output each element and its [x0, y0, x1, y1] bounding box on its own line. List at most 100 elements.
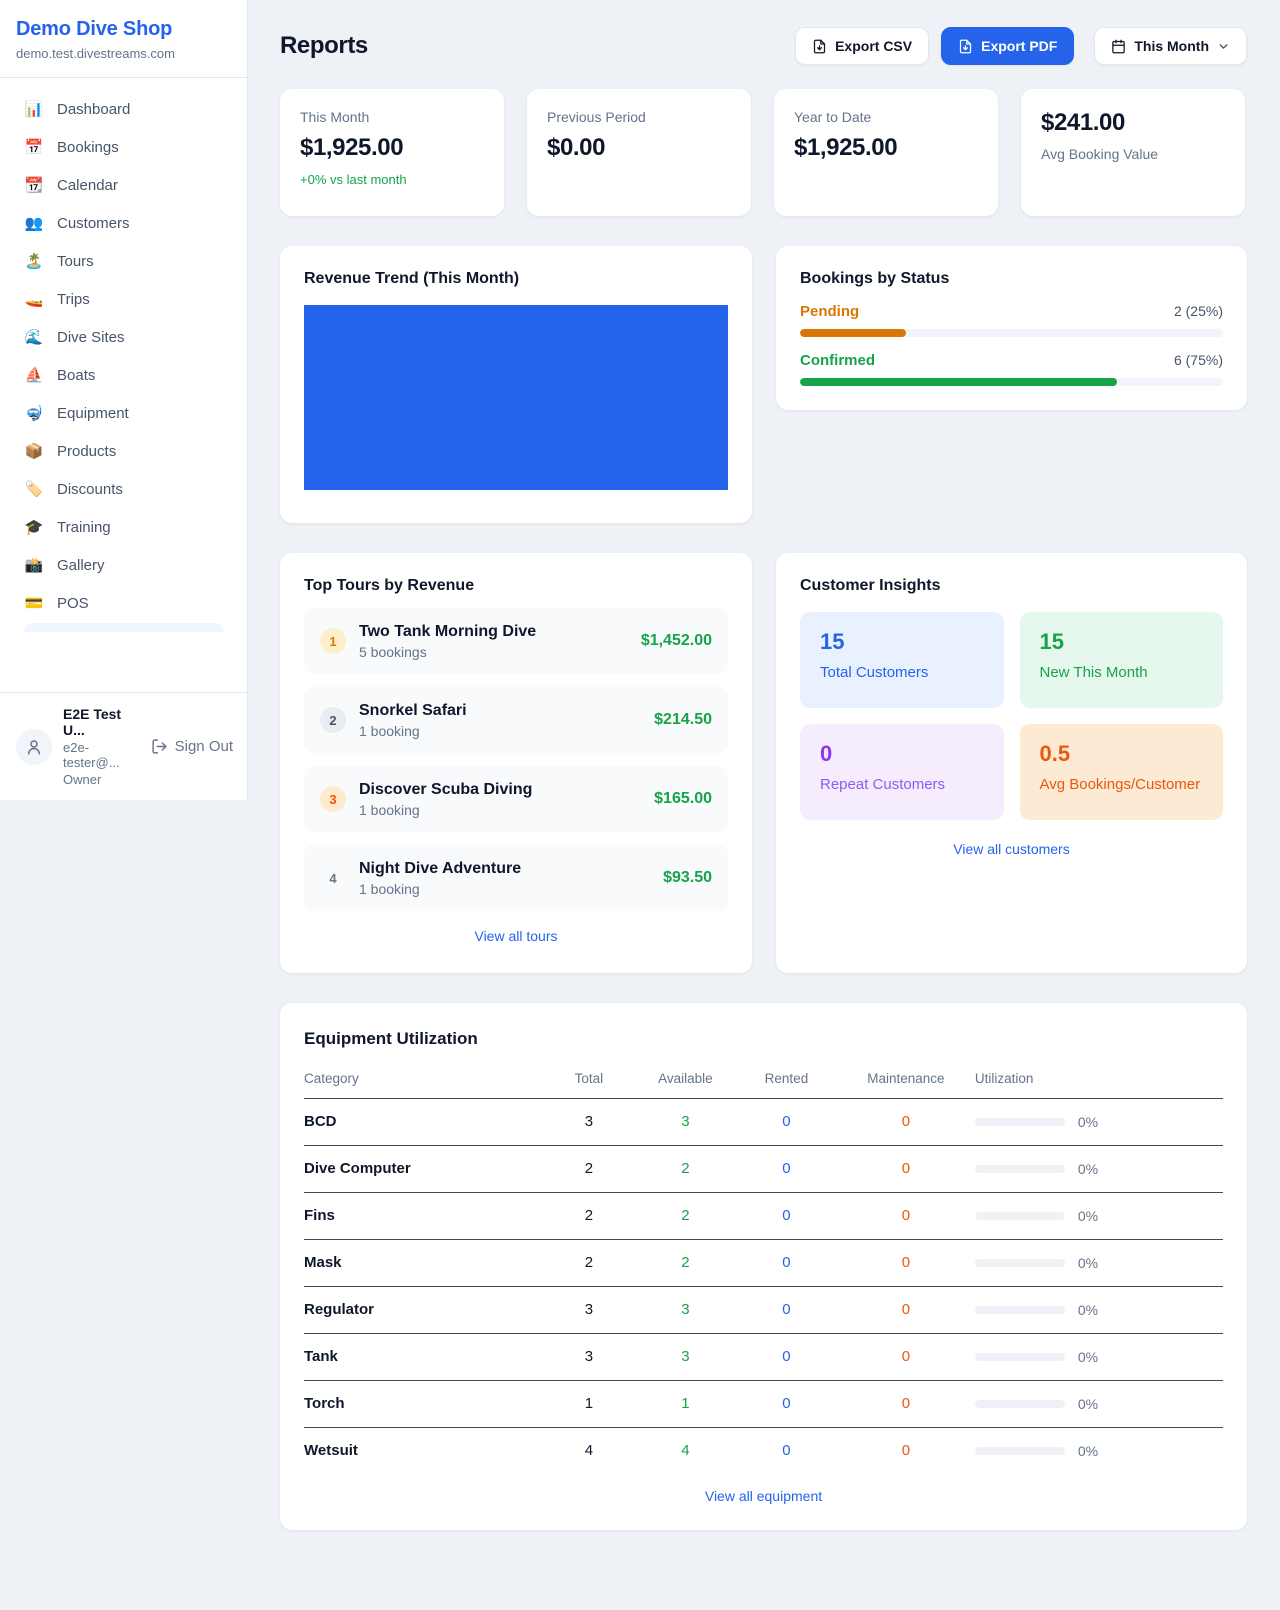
table-row: Dive Computer 2 2 0 0 0%	[304, 1146, 1223, 1193]
status-value: 6 (75%)	[1174, 352, 1223, 368]
utilization-bar	[975, 1165, 1065, 1173]
header-actions: Export CSV Export PDF This Month	[795, 27, 1247, 65]
rank-badge: 3	[320, 786, 346, 812]
cell-available: 2	[635, 1240, 736, 1287]
cell-category: Fins	[304, 1193, 543, 1240]
export-csv-button[interactable]: Export CSV	[795, 27, 929, 65]
cell-maintenance: 0	[837, 1193, 975, 1240]
sidebar-item-discounts[interactable]: 🏷️ Discounts	[12, 471, 235, 507]
stat-cards-row: This Month $1,925.00 +0% vs last month P…	[280, 89, 1247, 216]
cell-available: 3	[635, 1099, 736, 1146]
user-role: Owner	[63, 772, 140, 787]
progress-track	[800, 378, 1223, 386]
sidebar-item-pos[interactable]: 💳 POS	[12, 585, 235, 621]
cell-category: Dive Computer	[304, 1146, 543, 1193]
sidebar-item-reports-partial[interactable]	[24, 623, 223, 632]
sidebar-item-calendar[interactable]: 📆 Calendar	[12, 167, 235, 203]
insight-tile-repeat-customers: 0 Repeat Customers	[800, 724, 1004, 820]
tile-label: New This Month	[1040, 664, 1204, 681]
sailboat-icon: ⛵	[24, 366, 44, 384]
sidebar-item-label: Tours	[57, 253, 94, 270]
sidebar-item-dashboard[interactable]: 📊 Dashboard	[12, 91, 235, 127]
sidebar-item-label: Products	[57, 443, 116, 460]
cell-category: Torch	[304, 1381, 543, 1428]
utilization-bar	[975, 1306, 1065, 1314]
sidebar-item-trips[interactable]: 🚤 Trips	[12, 281, 235, 317]
tour-revenue: $93.50	[663, 869, 712, 887]
sidebar-item-equipment[interactable]: 🤿 Equipment	[12, 395, 235, 431]
tour-name: Two Tank Morning Dive	[359, 623, 536, 641]
tour-revenue: $1,452.00	[641, 632, 712, 650]
stat-value: $0.00	[547, 134, 731, 162]
diving-mask-icon: 🤿	[24, 404, 44, 422]
file-download-icon	[812, 39, 827, 54]
table-row: Wetsuit 4 4 0 0 0%	[304, 1428, 1223, 1475]
logout-icon	[151, 738, 168, 755]
cell-rented: 0	[736, 1428, 837, 1475]
column-header-maintenance: Maintenance	[837, 1058, 975, 1099]
sidebar-item-gallery[interactable]: 📸 Gallery	[12, 547, 235, 583]
sidebar: Demo Dive Shop demo.test.divestreams.com…	[0, 0, 248, 800]
cell-available: 2	[635, 1193, 736, 1240]
sidebar-item-label: Discounts	[57, 481, 123, 498]
calendar-icon	[1111, 39, 1126, 54]
tile-label: Avg Bookings/Customer	[1040, 776, 1204, 793]
shop-branding: Demo Dive Shop demo.test.divestreams.com	[0, 0, 247, 78]
progress-fill-pending	[800, 329, 906, 337]
stat-label: This Month	[300, 109, 484, 125]
page-title: Reports	[280, 32, 368, 60]
sidebar-item-products[interactable]: 📦 Products	[12, 433, 235, 469]
cell-rented: 0	[736, 1334, 837, 1381]
cell-total: 3	[543, 1287, 635, 1334]
tile-label: Total Customers	[820, 664, 984, 681]
sidebar-item-bookings[interactable]: 📅 Bookings	[12, 129, 235, 165]
stat-label: Previous Period	[547, 109, 731, 125]
export-pdf-button[interactable]: Export PDF	[941, 27, 1074, 65]
tour-name: Discover Scuba Diving	[359, 781, 532, 799]
view-all-equipment-link[interactable]: View all equipment	[304, 1488, 1223, 1504]
rank-badge: 1	[320, 628, 346, 654]
sidebar-item-boats[interactable]: ⛵ Boats	[12, 357, 235, 393]
user-name: E2E Test U...	[63, 706, 140, 738]
view-all-tours-link[interactable]: View all tours	[304, 928, 728, 944]
utilization-percent: 0%	[1078, 1114, 1098, 1130]
period-label: This Month	[1134, 38, 1209, 54]
tile-value: 0	[820, 741, 984, 767]
insight-tile-total-customers: 15 Total Customers	[800, 612, 1004, 708]
tour-revenue: $165.00	[654, 790, 712, 808]
customer-insights-card: Customer Insights 15 Total Customers 15 …	[776, 553, 1247, 973]
stat-card-year-to-date: Year to Date $1,925.00	[774, 89, 998, 216]
cell-category: BCD	[304, 1099, 543, 1146]
sidebar-item-label: Training	[57, 519, 111, 536]
sidebar-item-dive-sites[interactable]: 🌊 Dive Sites	[12, 319, 235, 355]
tag-icon: 🏷️	[24, 480, 44, 498]
status-value: 2 (25%)	[1174, 303, 1223, 319]
sidebar-item-training[interactable]: 🎓 Training	[12, 509, 235, 545]
table-row: Fins 2 2 0 0 0%	[304, 1193, 1223, 1240]
stat-delta: +0% vs last month	[300, 172, 484, 187]
utilization-bar	[975, 1212, 1065, 1220]
utilization-percent: 0%	[1078, 1161, 1098, 1177]
sign-out-label: Sign Out	[175, 738, 233, 755]
sidebar-item-customers[interactable]: 👥 Customers	[12, 205, 235, 241]
cell-maintenance: 0	[837, 1334, 975, 1381]
stat-value: $241.00	[1041, 109, 1225, 137]
sign-out-button[interactable]: Sign Out	[151, 738, 233, 755]
revenue-trend-chart	[304, 305, 728, 490]
cell-total: 3	[543, 1099, 635, 1146]
view-all-customers-link[interactable]: View all customers	[800, 841, 1223, 857]
period-select[interactable]: This Month	[1094, 27, 1247, 65]
sidebar-item-tours[interactable]: 🏝️ Tours	[12, 243, 235, 279]
dashboard-icon: 📊	[24, 100, 44, 118]
cell-rented: 0	[736, 1240, 837, 1287]
calendar-icon: 📆	[24, 176, 44, 194]
people-icon: 👥	[24, 214, 44, 232]
tour-bookings: 1 booking	[359, 723, 467, 739]
cell-maintenance: 0	[837, 1146, 975, 1193]
stat-value: $1,925.00	[794, 134, 978, 162]
sidebar-item-label: POS	[57, 595, 89, 612]
column-header-available: Available	[635, 1058, 736, 1099]
cell-rented: 0	[736, 1099, 837, 1146]
utilization-percent: 0%	[1078, 1255, 1098, 1271]
camera-icon: 📸	[24, 556, 44, 574]
